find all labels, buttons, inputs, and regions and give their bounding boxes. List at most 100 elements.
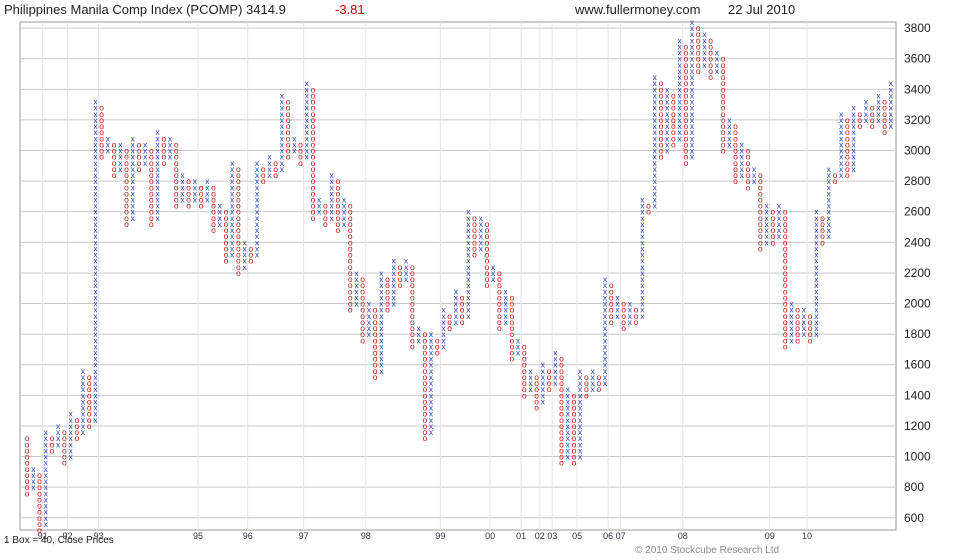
x-column: xxxxxxxxxxxxxxxxxxxxxxx	[690, 17, 695, 162]
o-column: oooooooooooooooooooo	[683, 41, 688, 167]
o-column: ooooooooo	[224, 207, 229, 266]
o-column: oooo	[398, 262, 403, 290]
x-mark: x	[280, 90, 285, 100]
o-column: oooo	[323, 201, 328, 229]
x-year-label: 09	[765, 531, 775, 541]
x-mark: x	[876, 90, 881, 100]
o-mark: o	[522, 341, 527, 351]
o-mark: o	[547, 366, 552, 376]
x-mark: x	[727, 115, 732, 125]
x-mark: x	[702, 29, 707, 39]
o-column: oooo	[584, 372, 589, 400]
x-mark: x	[653, 72, 658, 82]
x-mark: x	[379, 268, 384, 278]
x-column: xxxxxxxxxxxxxxxxxx	[603, 274, 608, 388]
x-mark: x	[665, 84, 670, 94]
x-mark: x	[491, 262, 496, 272]
o-mark: o	[833, 170, 838, 180]
x-mark: x	[516, 335, 521, 345]
o-column: oooooooo	[211, 182, 216, 235]
x-mark: x	[851, 103, 856, 113]
o-column: ooo	[273, 158, 278, 180]
o-column: oooooooooooooo	[410, 262, 415, 352]
y-tick-label: 3200	[904, 113, 931, 127]
x-column: xxxx	[193, 176, 198, 204]
o-mark: o	[808, 311, 813, 321]
x-column: xxxxxxxxxxxxx	[280, 90, 285, 173]
o-column: oooooo	[534, 372, 539, 413]
o-column: oooo	[870, 103, 875, 131]
o-mark: o	[335, 176, 340, 186]
o-column: oo	[833, 170, 838, 186]
o-mark: o	[62, 427, 67, 437]
x-mark: x	[193, 176, 198, 186]
o-column: oooooooooooooooooo	[348, 201, 353, 315]
o-column: ooooooooooo	[174, 139, 179, 210]
x-year-label: 01	[516, 531, 526, 541]
o-mark: o	[174, 139, 179, 149]
x-mark: x	[429, 329, 434, 339]
chart-marks: ooooooooooxxxxooooooooooxxxxxxxxxxxxxxxx…	[25, 17, 894, 535]
x-mark: x	[205, 176, 210, 186]
o-mark: o	[671, 90, 676, 100]
x-column: xxxxxxxxxxxxxxxxx	[429, 329, 434, 437]
y-tick-label: 3400	[904, 82, 931, 96]
x-mark: x	[367, 299, 372, 309]
o-mark: o	[149, 146, 154, 156]
o-mark: o	[746, 146, 751, 156]
o-mark: o	[360, 274, 365, 284]
o-column: ooooo	[186, 176, 191, 210]
x-mark: x	[416, 323, 421, 333]
x-column: xxxxxx	[777, 201, 782, 242]
o-column: ooo	[857, 109, 862, 131]
x-mark: x	[317, 194, 322, 204]
o-mark: o	[273, 158, 278, 168]
x-column: xxxxxxxxxxxxxxxxxxxxxxxxxxxxxxxxxxxxxxxx…	[93, 97, 98, 425]
x-column: xxxxxx	[354, 268, 359, 309]
o-mark: o	[124, 146, 129, 156]
x-mark: x	[31, 464, 36, 474]
o-mark: o	[410, 262, 415, 272]
x-column: xxxx	[528, 366, 533, 394]
o-mark: o	[485, 219, 490, 229]
o-mark: o	[199, 182, 204, 192]
x-column: xxxxxxx	[789, 299, 794, 346]
o-column: ooooooooooo	[485, 219, 490, 290]
y-tick-label: 2600	[904, 205, 931, 219]
x-mark: x	[578, 366, 583, 376]
y-tick-label: 2800	[904, 174, 931, 188]
x-column: xxxxxxxxxxxxxxxxxx	[466, 207, 471, 321]
o-column: oooooooooooo	[373, 305, 378, 382]
o-column: ooooooooo	[335, 176, 340, 235]
o-mark: o	[447, 311, 452, 321]
x-mark: x	[827, 164, 832, 174]
y-tick-label: 2000	[904, 297, 931, 311]
x-column: xxxxx	[242, 237, 247, 271]
o-mark: o	[224, 207, 229, 217]
o-mark: o	[572, 390, 577, 400]
o-column: oooooooooo	[497, 268, 502, 333]
x-column: xxxxx	[727, 115, 732, 149]
x-mark: x	[118, 139, 123, 149]
x-mark: x	[305, 78, 310, 88]
x-mark: x	[802, 305, 807, 315]
x-column: xxxx	[56, 421, 61, 449]
o-mark: o	[373, 305, 378, 315]
o-mark: o	[236, 164, 241, 174]
o-mark: o	[311, 84, 316, 94]
y-tick-label: 1000	[904, 450, 931, 464]
o-column: oo	[646, 201, 651, 217]
x-column: xxxx	[218, 201, 223, 229]
x-column: xxx	[317, 194, 322, 216]
o-column: ooooooo	[609, 280, 614, 327]
o-column: ooo	[435, 335, 440, 357]
o-mark: o	[634, 305, 639, 315]
o-column: oooooooooo	[37, 470, 42, 535]
copyright-note: © 2010 Stockcube Research Ltd	[635, 545, 780, 556]
o-mark: o	[559, 354, 564, 364]
o-mark: o	[584, 372, 589, 382]
o-column: oooooo	[770, 207, 775, 248]
x-column: xxxxxxxx	[889, 78, 894, 131]
x-mark: x	[81, 366, 86, 376]
x-year-label: 05	[572, 531, 582, 541]
